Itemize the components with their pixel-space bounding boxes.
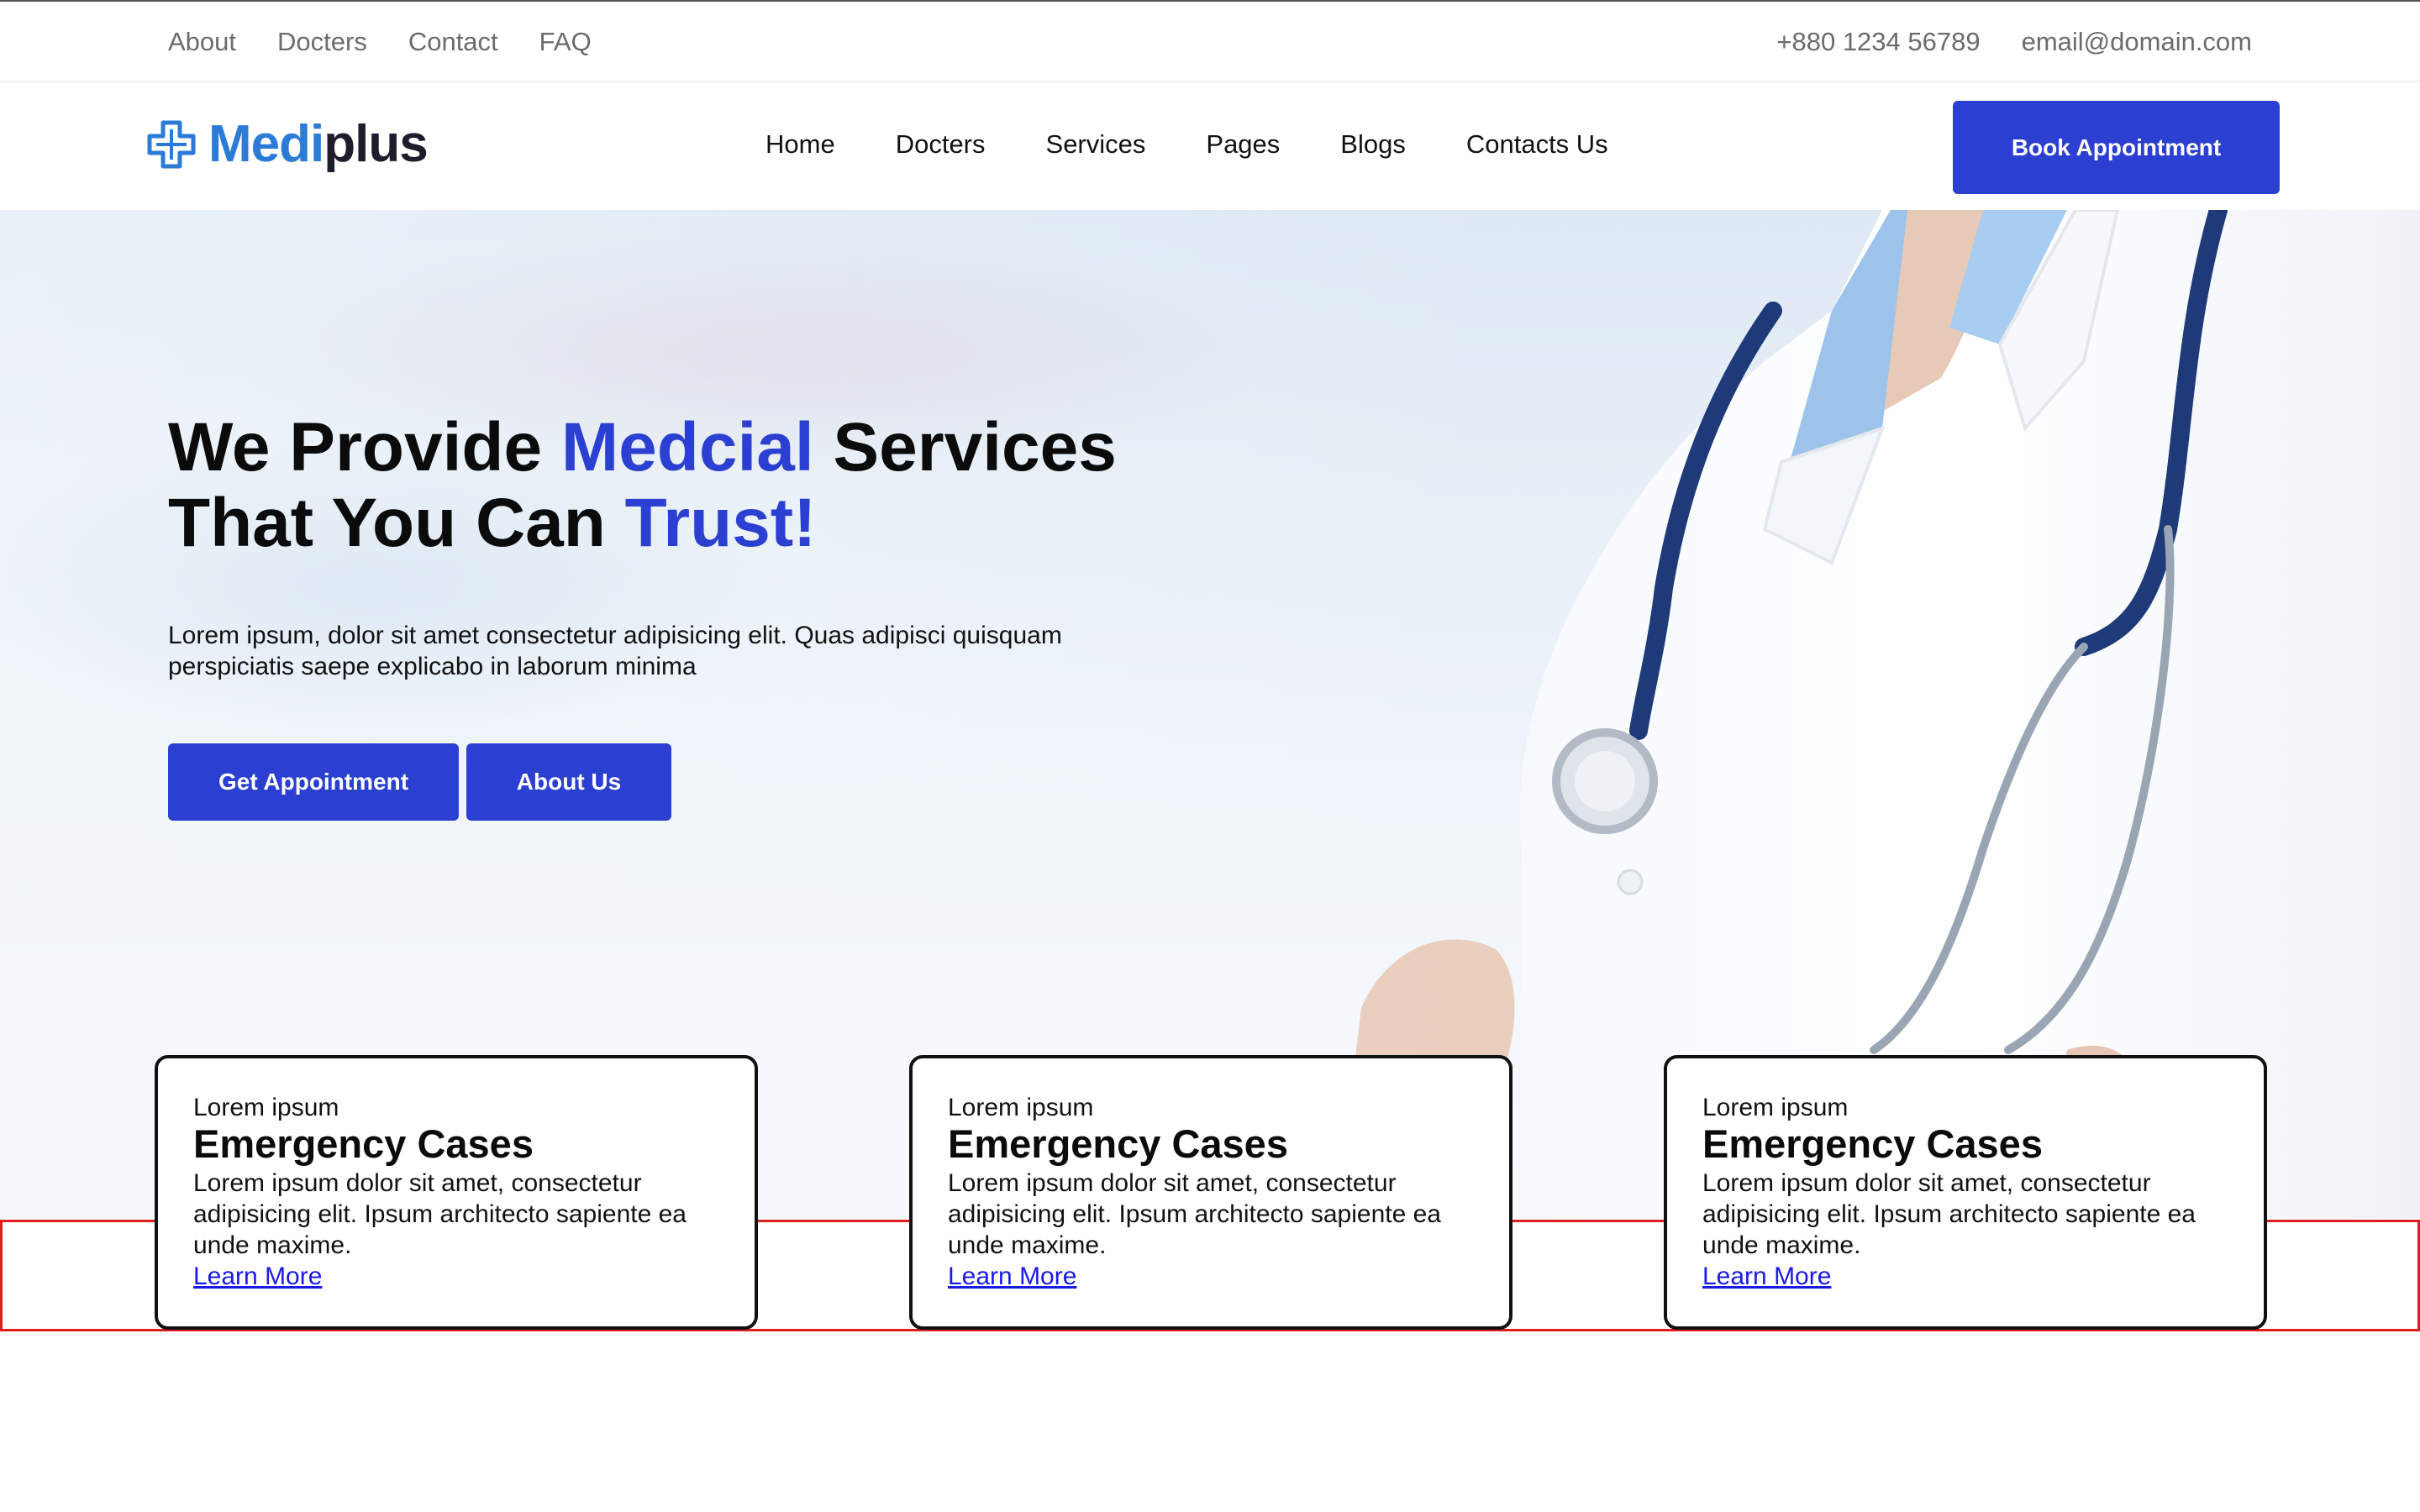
- card-learn-more-link[interactable]: Learn More: [948, 1261, 1076, 1292]
- card-title: Emergency Cases: [948, 1121, 1288, 1166]
- nav-item-services[interactable]: Services: [1046, 129, 1146, 160]
- book-appointment-button[interactable]: Book Appointment: [1953, 101, 2280, 194]
- card-learn-more-link[interactable]: Learn More: [1702, 1261, 1831, 1292]
- top-link-about[interactable]: About: [168, 27, 236, 57]
- nav-item-docters[interactable]: Docters: [896, 129, 986, 160]
- top-bar: About Docters Contact FAQ +880 1234 5678…: [0, 0, 2420, 82]
- primary-menu: Home Docters Services Pages Blogs Contac…: [765, 129, 1669, 160]
- service-card-1: Lorem ipsum Emergency Cases Lorem ipsum …: [155, 1055, 758, 1330]
- nav-item-contacts[interactable]: Contacts Us: [1466, 129, 1608, 160]
- card-description: Lorem ipsum dolor sit amet, consectetur …: [1702, 1169, 2196, 1259]
- hero-description: Lorem ipsum, dolor sit amet consectetur …: [168, 622, 1062, 680]
- about-us-button[interactable]: About Us: [466, 743, 671, 821]
- card-learn-more-link[interactable]: Learn More: [193, 1261, 322, 1292]
- top-links: About Docters Contact FAQ: [168, 27, 633, 57]
- service-card-3: Lorem ipsum Emergency Cases Lorem ipsum …: [1664, 1055, 2267, 1330]
- hero-title-accent2: Trust!: [624, 485, 817, 561]
- top-link-faq[interactable]: FAQ: [539, 27, 592, 57]
- card-title: Emergency Cases: [193, 1121, 534, 1166]
- hero-title-accent1: Medcial: [560, 409, 814, 486]
- hero-title-part3: That You Can: [168, 485, 625, 561]
- service-card-2: Lorem ipsum Emergency Cases Lorem ipsum …: [909, 1055, 1512, 1330]
- nav-item-home[interactable]: Home: [765, 129, 835, 160]
- top-link-docters[interactable]: Docters: [277, 27, 367, 57]
- card-eyebrow: Lorem ipsum: [1702, 1094, 1849, 1121]
- hero-title-part2: Services: [813, 409, 1117, 486]
- top-contact: +880 1234 56789 email@domain.com: [1735, 27, 2252, 57]
- hero-title: We Provide Medcial Services That You Can…: [168, 410, 1117, 561]
- hero-title-part1: We Provide: [168, 409, 561, 486]
- brand-name-part1: Medi: [208, 115, 324, 173]
- brand-logo[interactable]: Mediplus: [145, 114, 429, 174]
- nav-item-blogs[interactable]: Blogs: [1340, 129, 1406, 160]
- card-eyebrow: Lorem ipsum: [948, 1094, 1094, 1121]
- top-email[interactable]: email@domain.com: [2022, 27, 2252, 57]
- medical-cross-icon: [147, 120, 196, 168]
- card-title: Emergency Cases: [1702, 1121, 2043, 1166]
- brand-name-part2: plus: [324, 115, 428, 173]
- top-phone[interactable]: +880 1234 56789: [1776, 27, 1980, 57]
- nav-item-pages[interactable]: Pages: [1206, 129, 1280, 160]
- top-link-contact[interactable]: Contact: [408, 27, 498, 57]
- card-description: Lorem ipsum dolor sit amet, consectetur …: [948, 1169, 1441, 1259]
- card-description: Lorem ipsum dolor sit amet, consectetur …: [193, 1169, 687, 1259]
- card-eyebrow: Lorem ipsum: [193, 1094, 339, 1121]
- main-navbar: Mediplus Home Docters Services Pages Blo…: [0, 82, 2420, 210]
- get-appointment-button[interactable]: Get Appointment: [168, 743, 459, 821]
- brand-name: Mediplus: [208, 114, 429, 174]
